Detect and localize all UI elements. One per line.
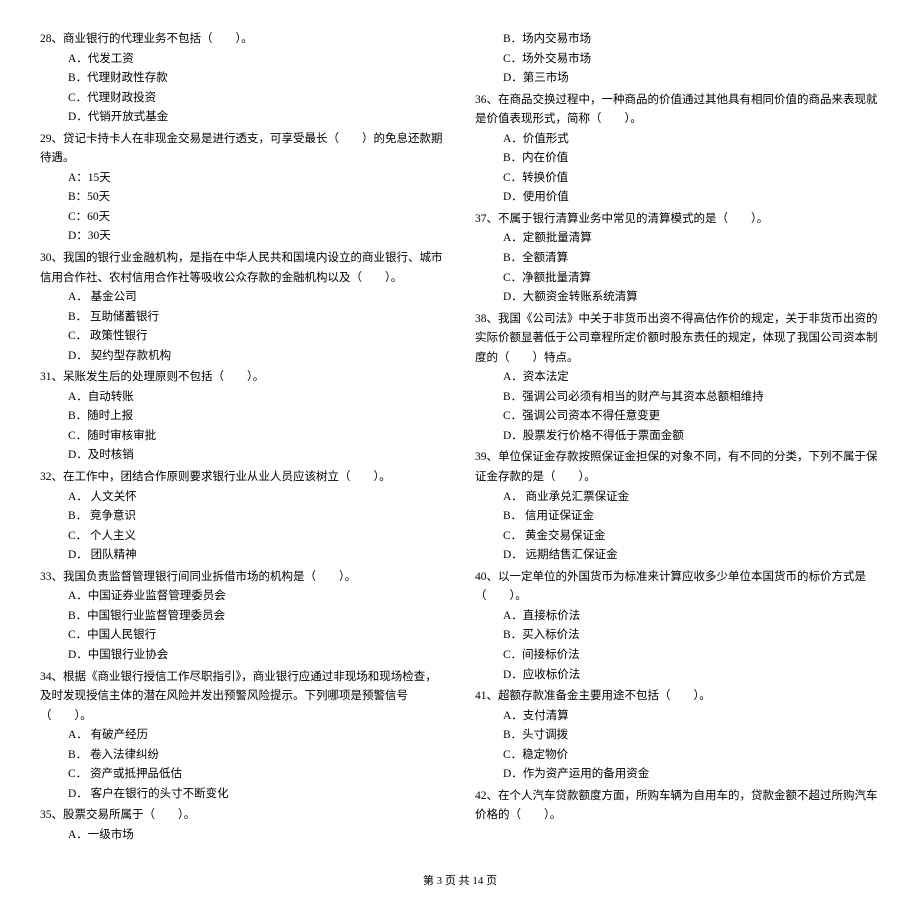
question: 35、股票交易所属于（ ）。A．一级市场: [40, 806, 445, 845]
question-stem: 34、根据《商业银行授信工作尽职指引》，商业银行应通过非现场和现场检查，及时发现…: [40, 668, 445, 727]
question-option: C． 政策性银行: [40, 327, 445, 347]
question-option: D． 客户在银行的头寸不断变化: [40, 785, 445, 805]
question-option: B．全额清算: [475, 249, 880, 269]
question: 34、根据《商业银行授信工作尽职指引》，商业银行应通过非现场和现场检查，及时发现…: [40, 668, 445, 805]
question-option: A．价值形式: [475, 130, 880, 150]
question: 32、在工作中，团结合作原则要求银行业从业人员应该树立（ ）。A． 人文关怀B．…: [40, 468, 445, 566]
question-option: D．大额资金转账系统清算: [475, 288, 880, 308]
question-option: B．代理财政性存款: [40, 69, 445, 89]
question-stem: 42、在个人汽车贷款额度方面，所购车辆为自用车的，贷款金额不超过所购汽车价格的（…: [475, 787, 880, 826]
question-option: D． 团队精神: [40, 546, 445, 566]
question-stem: 33、我国负责监督管理银行间同业拆借市场的机构是（ ）。: [40, 568, 445, 588]
question-stem: 40、以一定单位的外国货币为标准来计算应收多少单位本国货币的标价方式是（ ）。: [475, 568, 880, 607]
question-option: B． 卷入法律纠纷: [40, 746, 445, 766]
question-option: C．净额批量清算: [475, 269, 880, 289]
question-option: C．场外交易市场: [475, 50, 880, 70]
question: 33、我国负责监督管理银行间同业拆借市场的机构是（ ）。A．中国证券业监督管理委…: [40, 568, 445, 666]
question-stem: 38、我国《公司法》中关于非货币出资不得高估作价的规定，关于非货币出资的实际价额…: [475, 310, 880, 369]
question-stem: 37、不属于银行清算业务中常见的清算模式的是（ ）。: [475, 210, 880, 230]
question-option: D．使用价值: [475, 188, 880, 208]
question-option: A． 商业承兑汇票保证金: [475, 488, 880, 508]
left-column: 28、商业银行的代理业务不包括（ ）。A．代发工资B．代理财政性存款C．代理财政…: [40, 30, 445, 847]
question-option: B．场内交易市场: [475, 30, 880, 50]
question: 36、在商品交换过程中，一种商品的价值通过其他具有相同价值的商品来表现就是价值表…: [475, 91, 880, 208]
question-option: D．及时核销: [40, 446, 445, 466]
question-option: D． 远期结售汇保证金: [475, 546, 880, 566]
question-option: A．定额批量清算: [475, 229, 880, 249]
question-option: B．头寸调拨: [475, 726, 880, 746]
question-option: A．自动转账: [40, 388, 445, 408]
question-option: A． 基金公司: [40, 288, 445, 308]
question-option: C．稳定物价: [475, 746, 880, 766]
question-option: C．代理财政投资: [40, 89, 445, 109]
question-option: D．应收标价法: [475, 666, 880, 686]
question-option: B． 信用证保证金: [475, 507, 880, 527]
question-option: B．内在价值: [475, 149, 880, 169]
question-stem: 36、在商品交换过程中，一种商品的价值通过其他具有相同价值的商品来表现就是价值表…: [475, 91, 880, 130]
question: 28、商业银行的代理业务不包括（ ）。A．代发工资B．代理财政性存款C．代理财政…: [40, 30, 445, 128]
question-option: B． 竞争意识: [40, 507, 445, 527]
question: 39、单位保证金存款按照保证金担保的对象不同，有不同的分类，下列不属于保证金存款…: [475, 448, 880, 565]
question-option: B．买入标价法: [475, 626, 880, 646]
question-stem: 41、超额存款准备金主要用途不包括（ ）。: [475, 687, 880, 707]
question: 37、不属于银行清算业务中常见的清算模式的是（ ）。A．定额批量清算B．全额清算…: [475, 210, 880, 308]
question-stem: 30、我国的银行业金融机构，是指在中华人民共和国境内设立的商业银行、城市信用合作…: [40, 249, 445, 288]
page-footer: 第 3 页 共 14 页: [40, 872, 880, 891]
question-option: B：50天: [40, 188, 445, 208]
question-stem: 29、贷记卡持卡人在非现金交易是进行透支，可享受最长（ ）的免息还款期待遇。: [40, 130, 445, 169]
question-option: A．直接标价法: [475, 607, 880, 627]
question: 38、我国《公司法》中关于非货币出资不得高估作价的规定，关于非货币出资的实际价额…: [475, 310, 880, 447]
question-option: C． 个人主义: [40, 527, 445, 547]
question-option: C．转换价值: [475, 169, 880, 189]
question: 42、在个人汽车贷款额度方面，所购车辆为自用车的，贷款金额不超过所购汽车价格的（…: [475, 787, 880, 826]
question: 31、呆账发生后的处理原则不包括（ ）。A．自动转账B．随时上报C．随时审核审批…: [40, 368, 445, 466]
question-option: A．一级市场: [40, 826, 445, 846]
question-option: A．代发工资: [40, 50, 445, 70]
question-option: A．中国证券业监督管理委员会: [40, 587, 445, 607]
right-column: B．场内交易市场C．场外交易市场D．第三市场36、在商品交换过程中，一种商品的价…: [475, 30, 880, 847]
question-option: B．中国银行业监督管理委员会: [40, 607, 445, 627]
question-option: A．资本法定: [475, 368, 880, 388]
question: 41、超额存款准备金主要用途不包括（ ）。A．支付清算B．头寸调拨C．稳定物价D…: [475, 687, 880, 785]
question-option: B． 互助储蓄银行: [40, 308, 445, 328]
question-option: A． 有破产经历: [40, 726, 445, 746]
question-option: C：60天: [40, 208, 445, 228]
question: B．场内交易市场C．场外交易市场D．第三市场: [475, 30, 880, 89]
question-option: C． 资产或抵押品低估: [40, 765, 445, 785]
question-stem: 35、股票交易所属于（ ）。: [40, 806, 445, 826]
question-option: D．中国银行业协会: [40, 646, 445, 666]
question-option: C．中国人民银行: [40, 626, 445, 646]
question-option: C． 黄金交易保证金: [475, 527, 880, 547]
question-option: D．股票发行价格不得低于票面金额: [475, 427, 880, 447]
question-option: D．第三市场: [475, 69, 880, 89]
question-option: A．支付清算: [475, 707, 880, 727]
question-option: D．代销开放式基金: [40, 108, 445, 128]
question-option: B．强调公司必须有相当的财产与其资本总额相维持: [475, 388, 880, 408]
question-option: D． 契约型存款机构: [40, 347, 445, 367]
question: 29、贷记卡持卡人在非现金交易是进行透支，可享受最长（ ）的免息还款期待遇。A：…: [40, 130, 445, 247]
question: 30、我国的银行业金融机构，是指在中华人民共和国境内设立的商业银行、城市信用合作…: [40, 249, 445, 366]
question-option: C．间接标价法: [475, 646, 880, 666]
question-stem: 32、在工作中，团结合作原则要求银行业从业人员应该树立（ ）。: [40, 468, 445, 488]
question: 40、以一定单位的外国货币为标准来计算应收多少单位本国货币的标价方式是（ ）。A…: [475, 568, 880, 685]
question-stem: 28、商业银行的代理业务不包括（ ）。: [40, 30, 445, 50]
question-option: C．强调公司资本不得任意变更: [475, 407, 880, 427]
question-option: C．随时审核审批: [40, 427, 445, 447]
question-option: A：15天: [40, 169, 445, 189]
question-option: D：30天: [40, 227, 445, 247]
question-stem: 39、单位保证金存款按照保证金担保的对象不同，有不同的分类，下列不属于保证金存款…: [475, 448, 880, 487]
question-option: D．作为资产运用的备用资金: [475, 765, 880, 785]
question-option: B．随时上报: [40, 407, 445, 427]
question-option: A． 人文关怀: [40, 488, 445, 508]
question-stem: 31、呆账发生后的处理原则不包括（ ）。: [40, 368, 445, 388]
